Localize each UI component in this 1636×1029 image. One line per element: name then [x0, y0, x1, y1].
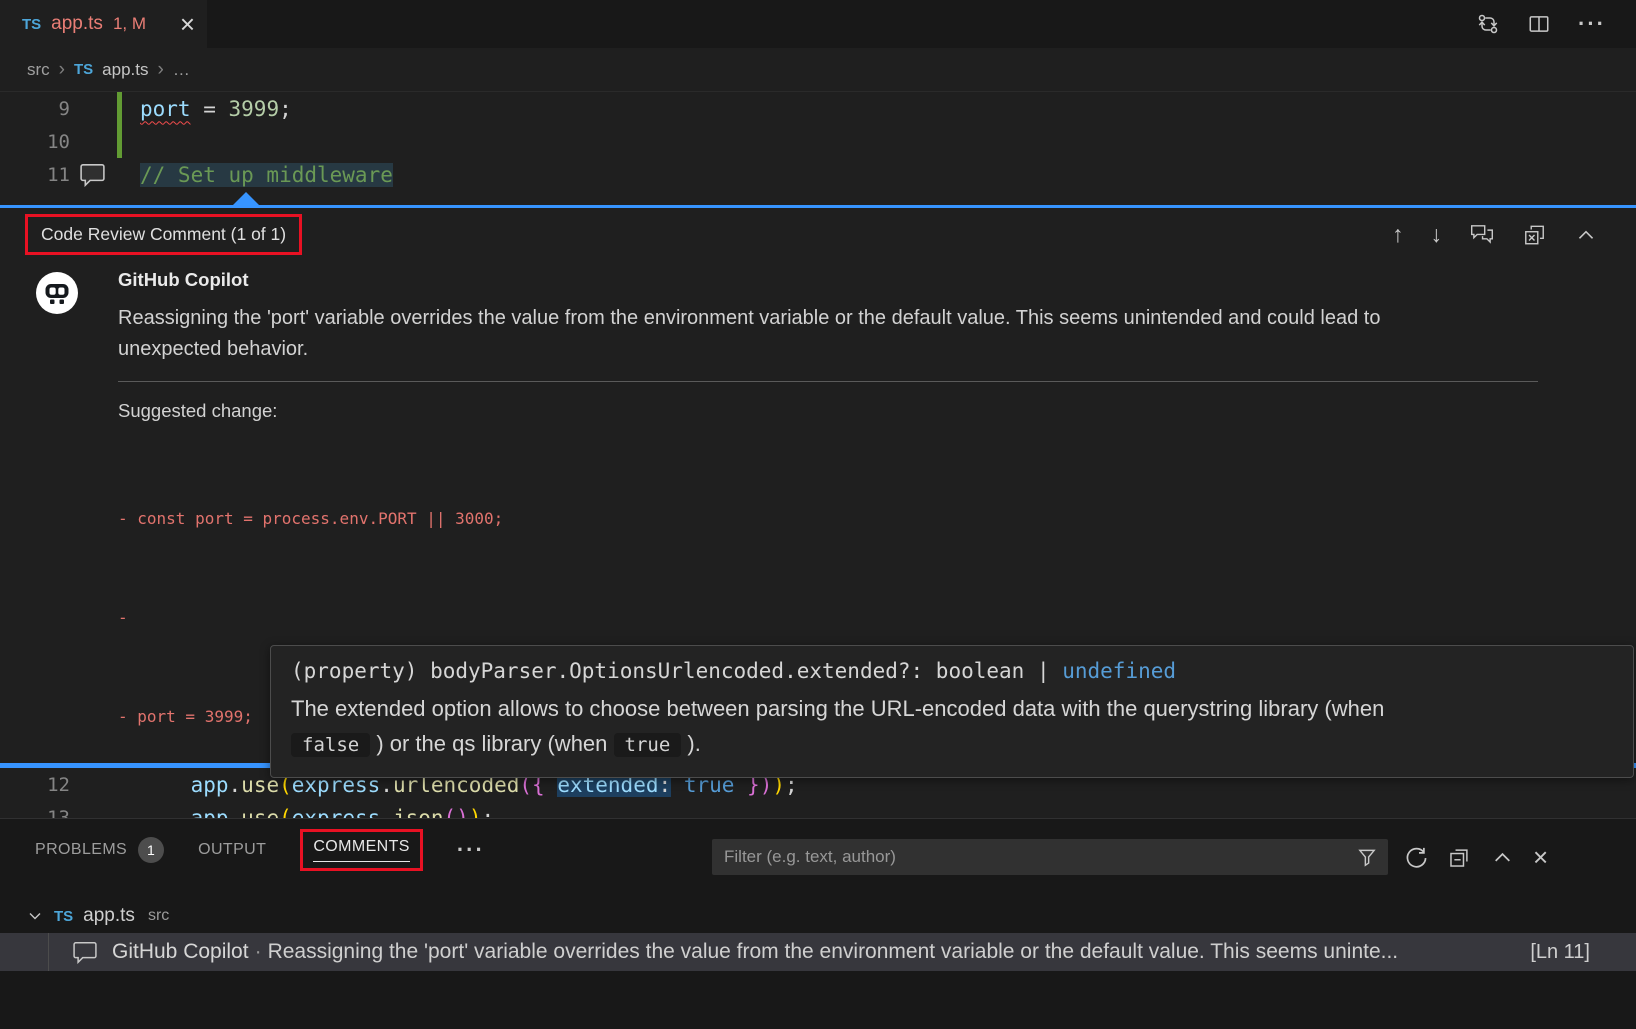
- comment-body: Reassigning the 'port' variable override…: [118, 303, 1540, 365]
- comment-anchor-arrow: [233, 192, 259, 205]
- tab-problems[interactable]: PROBLEMS 1: [35, 837, 164, 863]
- comment-discussion-icon[interactable]: [1469, 223, 1495, 247]
- problems-count-badge: 1: [138, 837, 164, 863]
- comment-body-line: Reassigning the 'port' variable override…: [118, 303, 1540, 334]
- code-line-9[interactable]: 9 port = 3999;: [0, 92, 1636, 125]
- comment-icon: [72, 941, 98, 964]
- vscode-window: TS app.ts 1, M × ···: [0, 0, 1636, 1029]
- line-number: 11: [0, 164, 70, 186]
- code-line-11[interactable]: 11 // Set up middleware: [0, 158, 1636, 191]
- code-text: app.use(express.json());: [140, 806, 494, 819]
- comments-filter: [712, 839, 1388, 875]
- comment-widget-header: Code Review Comment (1 of 1) ↑ ↓: [0, 208, 1636, 255]
- tab-output[interactable]: OUTPUT: [198, 841, 266, 859]
- diff-line: - const port = process.env.PORT || 3000;: [118, 509, 503, 528]
- comment-row-text: Reassigning the 'port' variable override…: [268, 940, 1399, 963]
- collapse-all-icon[interactable]: [1447, 845, 1472, 870]
- annotation-highlight: Code Review Comment (1 of 1): [25, 214, 302, 255]
- open-changes-icon[interactable]: [1476, 12, 1500, 36]
- github-copilot-avatar: [36, 272, 78, 314]
- tree-indent-guide: [48, 933, 49, 971]
- breadcrumb: src › TS app.ts › …: [0, 48, 1636, 92]
- code-text: port = 3999;: [140, 97, 292, 121]
- tab-modified-indicator: 1, M: [113, 14, 146, 34]
- separator-dot: ·: [249, 940, 268, 963]
- close-all-comments-icon[interactable]: [1522, 223, 1547, 247]
- refresh-icon[interactable]: [1404, 845, 1429, 870]
- gutter-modified-indicator: [117, 92, 122, 125]
- tab-app-ts[interactable]: TS app.ts 1, M ×: [0, 0, 207, 48]
- line-number: 13: [0, 807, 70, 819]
- hover-tooltip: (property) bodyParser.OptionsUrlencoded.…: [270, 645, 1634, 778]
- typescript-file-icon: TS: [22, 16, 41, 33]
- close-panel-icon[interactable]: ×: [1533, 846, 1548, 868]
- comment-body-line: unexpected behavior.: [118, 334, 1540, 365]
- editor-actions: ···: [1476, 0, 1636, 48]
- comment-author: GitHub Copilot: [118, 269, 1636, 291]
- code-text: // Set up middleware: [140, 163, 393, 187]
- filter-icon[interactable]: [1356, 846, 1378, 868]
- diff-line: - port = 3999;: [118, 707, 253, 726]
- collapse-widget-icon[interactable]: [1574, 223, 1598, 247]
- comment-thread-icon[interactable]: [79, 163, 106, 187]
- code-editor: 9 port = 3999; 10 11 // Set up middlewar…: [0, 92, 1636, 191]
- split-editor-icon[interactable]: [1527, 12, 1551, 36]
- previous-comment-icon[interactable]: ↑: [1392, 221, 1404, 248]
- gutter-modified-indicator: [117, 125, 122, 158]
- comment-line-reference: [Ln 11]: [1522, 941, 1590, 964]
- bottom-panel: PROBLEMS 1 OUTPUT COMMENTS ···: [0, 818, 1636, 1029]
- tab-comments[interactable]: COMMENTS: [313, 838, 410, 862]
- maximize-panel-icon[interactable]: [1490, 845, 1515, 870]
- typescript-file-icon: TS: [74, 61, 93, 78]
- more-actions-icon[interactable]: ···: [1578, 11, 1606, 37]
- comment-widget-title: Code Review Comment (1 of 1): [41, 224, 286, 244]
- chevron-right-icon: ›: [157, 59, 163, 81]
- tree-file-path: src: [148, 907, 169, 925]
- annotation-highlight: COMMENTS: [300, 829, 423, 871]
- line-number: 10: [0, 131, 70, 153]
- suggested-change-label: Suggested change:: [118, 400, 1636, 422]
- next-comment-icon[interactable]: ↓: [1431, 221, 1443, 248]
- filter-input[interactable]: [712, 847, 1388, 867]
- code-line-13[interactable]: 13 app.use(express.json());: [0, 801, 1636, 818]
- close-tab-icon[interactable]: ×: [180, 14, 195, 34]
- tab-filename: app.ts: [51, 13, 103, 35]
- tooltip-signature: (property) bodyParser.OptionsUrlencoded.…: [271, 646, 1633, 688]
- editor-tab-bar: TS app.ts 1, M × ···: [0, 0, 1636, 48]
- panel-actions: ×: [1404, 839, 1548, 875]
- diff-line: -: [118, 608, 128, 627]
- comment-widget-actions: ↑ ↓: [1392, 221, 1616, 248]
- line-number: 12: [0, 774, 70, 796]
- tooltip-description: The extended option allows to choose bet…: [271, 688, 1633, 777]
- comments-tree-file-row[interactable]: TS app.ts src: [0, 901, 1636, 931]
- comment-list-item[interactable]: GitHub Copilot·Reassigning the 'port' va…: [0, 933, 1636, 971]
- more-panel-tabs-icon[interactable]: ···: [457, 837, 485, 863]
- chevron-right-icon: ›: [59, 59, 65, 81]
- tree-file-name: app.ts: [83, 905, 135, 927]
- comment-row-author: GitHub Copilot: [112, 940, 249, 963]
- typescript-file-icon: TS: [54, 908, 73, 925]
- divider: [118, 381, 1538, 382]
- breadcrumb-folder[interactable]: src: [27, 60, 50, 80]
- line-number: 9: [0, 98, 70, 120]
- code-line-10[interactable]: 10: [0, 125, 1636, 158]
- chevron-down-icon: [26, 907, 44, 925]
- breadcrumb-file[interactable]: app.ts: [102, 60, 148, 80]
- breadcrumb-symbol[interactable]: …: [173, 60, 190, 80]
